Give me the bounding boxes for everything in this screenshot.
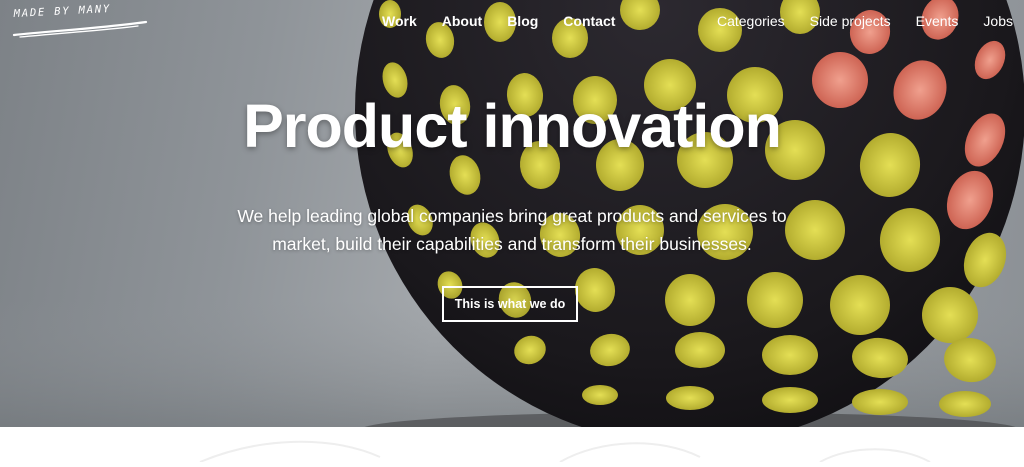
- hero-subline: We help leading global companies bring g…: [212, 202, 812, 258]
- below-hero-section: [0, 427, 1024, 463]
- sphere-hole: [747, 272, 803, 328]
- nav-blog[interactable]: Blog: [507, 13, 538, 29]
- sphere-hole: [665, 274, 715, 326]
- this-is-what-we-do-button[interactable]: This is what we do: [442, 286, 578, 322]
- secondary-nav: Categories Side projects Events Jobs: [692, 13, 1013, 29]
- logo-underline-icon: [12, 20, 148, 38]
- sphere-hole: [675, 332, 725, 368]
- top-navigation: MADE BY MANY Work About Blog Contact Cat…: [0, 0, 1024, 42]
- nav-about[interactable]: About: [442, 13, 482, 29]
- hero-section: MADE BY MANY Work About Blog Contact Cat…: [0, 0, 1024, 427]
- sphere-hole: [852, 389, 908, 415]
- nav-jobs[interactable]: Jobs: [983, 13, 1013, 29]
- nav-events[interactable]: Events: [916, 13, 959, 29]
- hero-subline-line-2: market, build their capabilities and tra…: [272, 234, 752, 254]
- nav-contact[interactable]: Contact: [563, 13, 615, 29]
- hero-subline-line-1: We help leading global companies bring g…: [237, 206, 787, 226]
- sphere-hole: [939, 391, 991, 417]
- hero-headline: Product innovation: [243, 92, 782, 160]
- nav-side-projects[interactable]: Side projects: [810, 13, 891, 29]
- decorative-line-art: [199, 440, 931, 463]
- sphere-hole: [830, 275, 890, 335]
- sphere-hole: [666, 386, 714, 410]
- sphere-hole: [762, 335, 818, 375]
- sphere-hole: [762, 387, 818, 413]
- primary-nav: Work About Blog Contact: [382, 13, 640, 29]
- nav-categories[interactable]: Categories: [717, 13, 785, 29]
- made-by-many-logo[interactable]: MADE BY MANY: [12, 3, 148, 38]
- sphere-hole: [582, 385, 618, 405]
- nav-work[interactable]: Work: [382, 13, 417, 29]
